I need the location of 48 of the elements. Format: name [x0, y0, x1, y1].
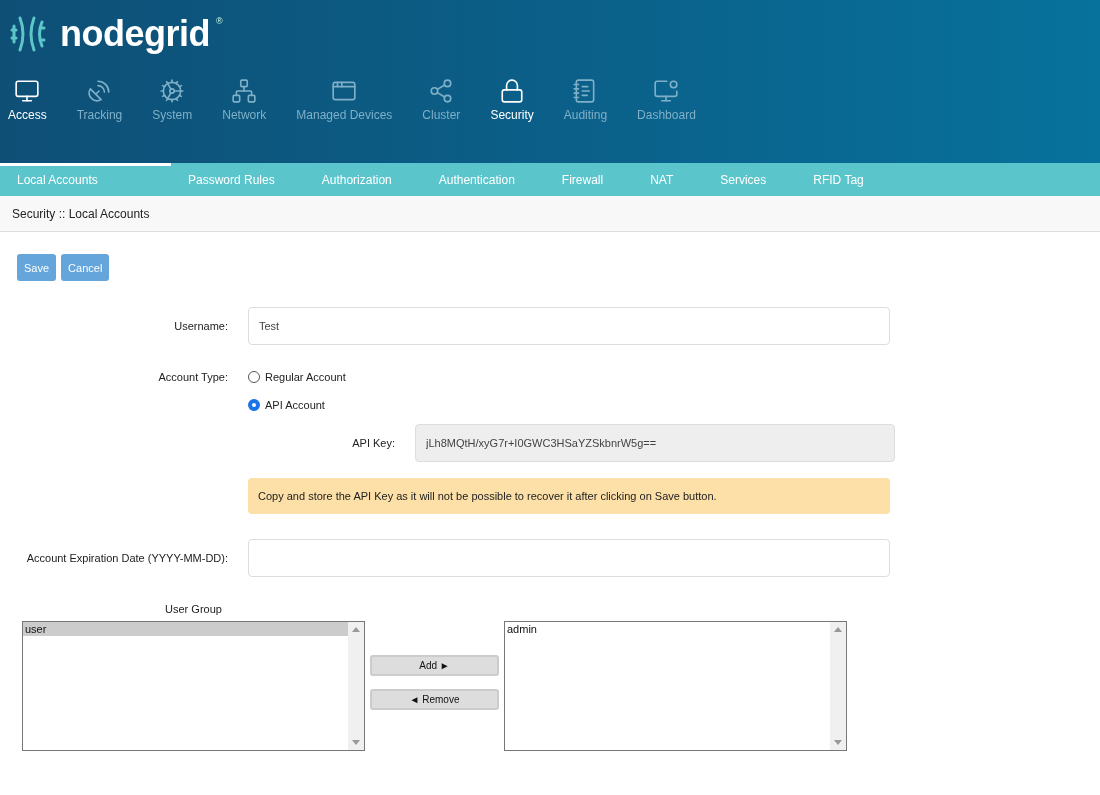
breadcrumb: Security :: Local Accounts	[0, 196, 1100, 232]
nav-tab[interactable]: Security	[490, 78, 534, 122]
monitor-icon	[14, 78, 41, 104]
lock-icon	[499, 78, 526, 104]
sub-tab[interactable]: Password Rules	[171, 163, 305, 196]
nav-tab[interactable]: Access	[8, 78, 47, 122]
field-label: Username:	[173, 320, 228, 332]
group-label: User Group	[164, 603, 223, 615]
sub-tab[interactable]: Authentication	[421, 163, 545, 196]
field-label: API Key:	[351, 437, 395, 449]
logo-text: nodegrid	[60, 12, 210, 56]
sub-tab[interactable]: Services	[703, 163, 797, 196]
sub-tab[interactable]: Firewall	[544, 163, 634, 196]
share-icon	[428, 78, 455, 104]
sub-tab[interactable]: RFID Tag	[796, 163, 894, 196]
sub-tab[interactable]: Local Accounts	[0, 163, 171, 196]
list-box[interactable]: admin	[504, 621, 847, 751]
add-button[interactable]: Add ►	[370, 655, 499, 676]
nav-tab[interactable]: Cluster	[422, 78, 461, 122]
api-key-field[interactable]: jLh8MQtH/xyG7r+I0GWC3HSaYZSkbnrW5g==	[415, 424, 895, 462]
nav-tab[interactable]: System	[152, 78, 193, 122]
scrollbar[interactable]	[348, 622, 364, 750]
nav-tab[interactable]: Tracking	[76, 78, 123, 122]
nav-tab[interactable]: Managed Devices	[296, 78, 393, 122]
nav-tab[interactable]: Network	[222, 78, 267, 122]
remove-button[interactable]: ◄ Remove	[370, 689, 499, 710]
radio-option[interactable]: Regular Account	[248, 371, 890, 383]
field-label: Account Type:	[157, 371, 228, 383]
list-option[interactable]: admin	[505, 622, 830, 636]
registered-mark: ®	[216, 16, 223, 26]
date-field[interactable]	[248, 539, 890, 577]
satellite-dish-icon	[86, 78, 113, 104]
warning-message: Copy and store the API Key as it will not be possible to recover it after clicking on Save button.	[248, 478, 890, 514]
username-field[interactable]: Test	[248, 307, 890, 345]
list-box[interactable]: user	[22, 621, 365, 751]
network-icon	[231, 78, 258, 104]
field-label: Account Expiration Date (YYYY-MM-DD):	[25, 552, 228, 564]
monitor-dot-icon	[653, 78, 680, 104]
sub-tab[interactable]: Authorization	[304, 163, 422, 196]
scrollbar[interactable]	[830, 622, 846, 750]
gear-icon	[159, 78, 186, 104]
list-option[interactable]: user	[23, 622, 348, 636]
action-button[interactable]: Save	[17, 254, 57, 281]
nav-tab[interactable]: Dashboard	[637, 78, 696, 122]
action-button[interactable]: Cancel	[61, 254, 110, 281]
nav-tab[interactable]: Auditing	[563, 78, 608, 122]
radio-option[interactable]: API Account	[248, 399, 890, 411]
sub-tab[interactable]: NAT	[633, 163, 704, 196]
